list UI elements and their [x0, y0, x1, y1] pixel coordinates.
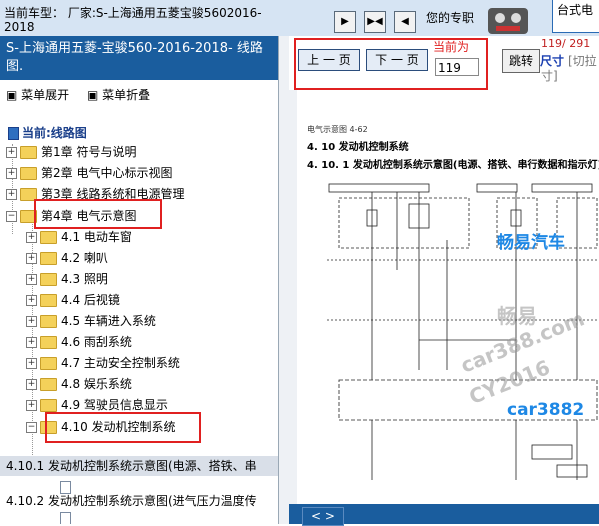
expand-toggle-icon[interactable]: + [26, 274, 37, 285]
collapse-toggle-icon[interactable]: − [26, 422, 37, 433]
folder-icon [40, 378, 57, 391]
section-title: 4. 10 发动机控制系统 [307, 142, 409, 153]
folder-icon [40, 231, 57, 244]
watermark-text: 畅易汽车 [497, 233, 565, 253]
expand-menu-button[interactable]: ▣ 菜单展开 [6, 88, 69, 102]
watermark-text: car3882 [507, 400, 585, 420]
panel-splitter[interactable] [279, 36, 289, 524]
menu-controls: ▣ 菜单展开 ▣ 菜单折叠 [6, 86, 164, 103]
folder-icon [40, 252, 57, 265]
mascot-icon [488, 8, 528, 34]
expand-toggle-icon[interactable]: + [26, 358, 37, 369]
expand-toggle-icon[interactable]: + [6, 147, 17, 158]
expand-toggle-icon[interactable]: + [26, 400, 37, 411]
collapse-toggle-icon[interactable]: − [6, 211, 17, 222]
collapse-menu-button[interactable]: ▣ 菜单折叠 [87, 88, 150, 102]
size-option[interactable]: [切拉 [568, 52, 597, 69]
size-option-tail: 寸] [541, 69, 558, 83]
jump-button[interactable]: 跳转 [502, 49, 540, 73]
tree-section-4-8[interactable]: +4.8 娱乐系统 [26, 374, 132, 394]
fit-button[interactable]: ▶◀ [364, 11, 386, 33]
page-nav-button[interactable]: < > [302, 507, 344, 526]
tree-section-4-6[interactable]: +4.6 雨刮系统 [26, 332, 132, 352]
viewer-scrollbar[interactable] [289, 90, 297, 504]
expand-toggle-icon[interactable]: + [26, 253, 37, 264]
tree-chapter-2[interactable]: + 第2章 电气中心标示视图 [6, 163, 172, 183]
folder-icon [40, 336, 57, 349]
car-model-label: 当前车型： 厂家:S-上海通用五菱宝骏5602016-2018 [4, 6, 262, 34]
highlight-box-chapter4 [34, 199, 162, 229]
expand-toggle-icon[interactable]: + [26, 316, 37, 327]
subsection-title: 4. 10. 1 发动机控制系统示意图(电源、搭铁、串行数据和指示灯) [307, 160, 599, 171]
document-page: 电气示意图 4-62 4. 10 发动机控制系统 4. 10. 1 发动机控制系… [297, 110, 599, 504]
doc-title: S-上海通用五菱-宝骏560-2016-2018- 线路图. [0, 36, 278, 80]
page-count-label: 119/ 291 [541, 37, 591, 50]
expand-toggle-icon[interactable]: + [6, 168, 17, 179]
tree-chapter-1[interactable]: + 第1章 符号与说明 [6, 142, 136, 162]
expand-toggle-icon[interactable]: + [26, 337, 37, 348]
expand-toggle-icon[interactable]: + [6, 189, 17, 200]
tree-section-4-7[interactable]: +4.7 主动安全控制系统 [26, 353, 180, 373]
sidebar: S-上海通用五菱-宝骏560-2016-2018- 线路图. ▣ 菜单展开 ▣ … [0, 36, 279, 524]
folder-icon [20, 167, 37, 180]
expand-toggle-icon[interactable]: + [26, 379, 37, 390]
tree-section-4-5[interactable]: +4.5 车辆进入系统 [26, 311, 156, 331]
current-path-label: 当前:线路图 [8, 124, 87, 141]
document-icon [60, 512, 71, 524]
tree-section-4-1[interactable]: +4.1 电动车窗 [26, 227, 132, 247]
folder-icon [20, 146, 37, 159]
folder-icon [40, 273, 57, 286]
book-icon [8, 127, 19, 140]
figure-caption: 电气示意图 4-62 [307, 125, 368, 134]
brand-logo: 台式电 [552, 0, 599, 33]
expand-toggle-icon[interactable]: + [26, 295, 37, 306]
tree-section-4-3[interactable]: +4.3 照明 [26, 269, 108, 289]
play-button[interactable]: ▶ [334, 11, 356, 33]
folder-icon [40, 357, 57, 370]
folder-icon [40, 399, 57, 412]
folder-icon [40, 294, 57, 307]
welcome-text: 您的专职 [426, 11, 475, 25]
tree-section-4-2[interactable]: +4.2 喇叭 [26, 248, 108, 268]
expand-toggle-icon[interactable]: + [26, 232, 37, 243]
folder-icon [40, 315, 57, 328]
tree-leaf-4-10-1[interactable]: 4.10.1 发动机控制系统示意图(电源、搭铁、串 [0, 456, 278, 476]
highlight-box-section4-10 [45, 412, 201, 443]
highlight-box-toolbar [294, 38, 488, 90]
back-button[interactable]: ◀ [394, 11, 416, 33]
tree-leaf-4-10-2[interactable]: 4.10.2 发动机控制系统示意图(进气压力温度传 [0, 491, 278, 511]
tree-section-4-4[interactable]: +4.4 后视镜 [26, 290, 120, 310]
